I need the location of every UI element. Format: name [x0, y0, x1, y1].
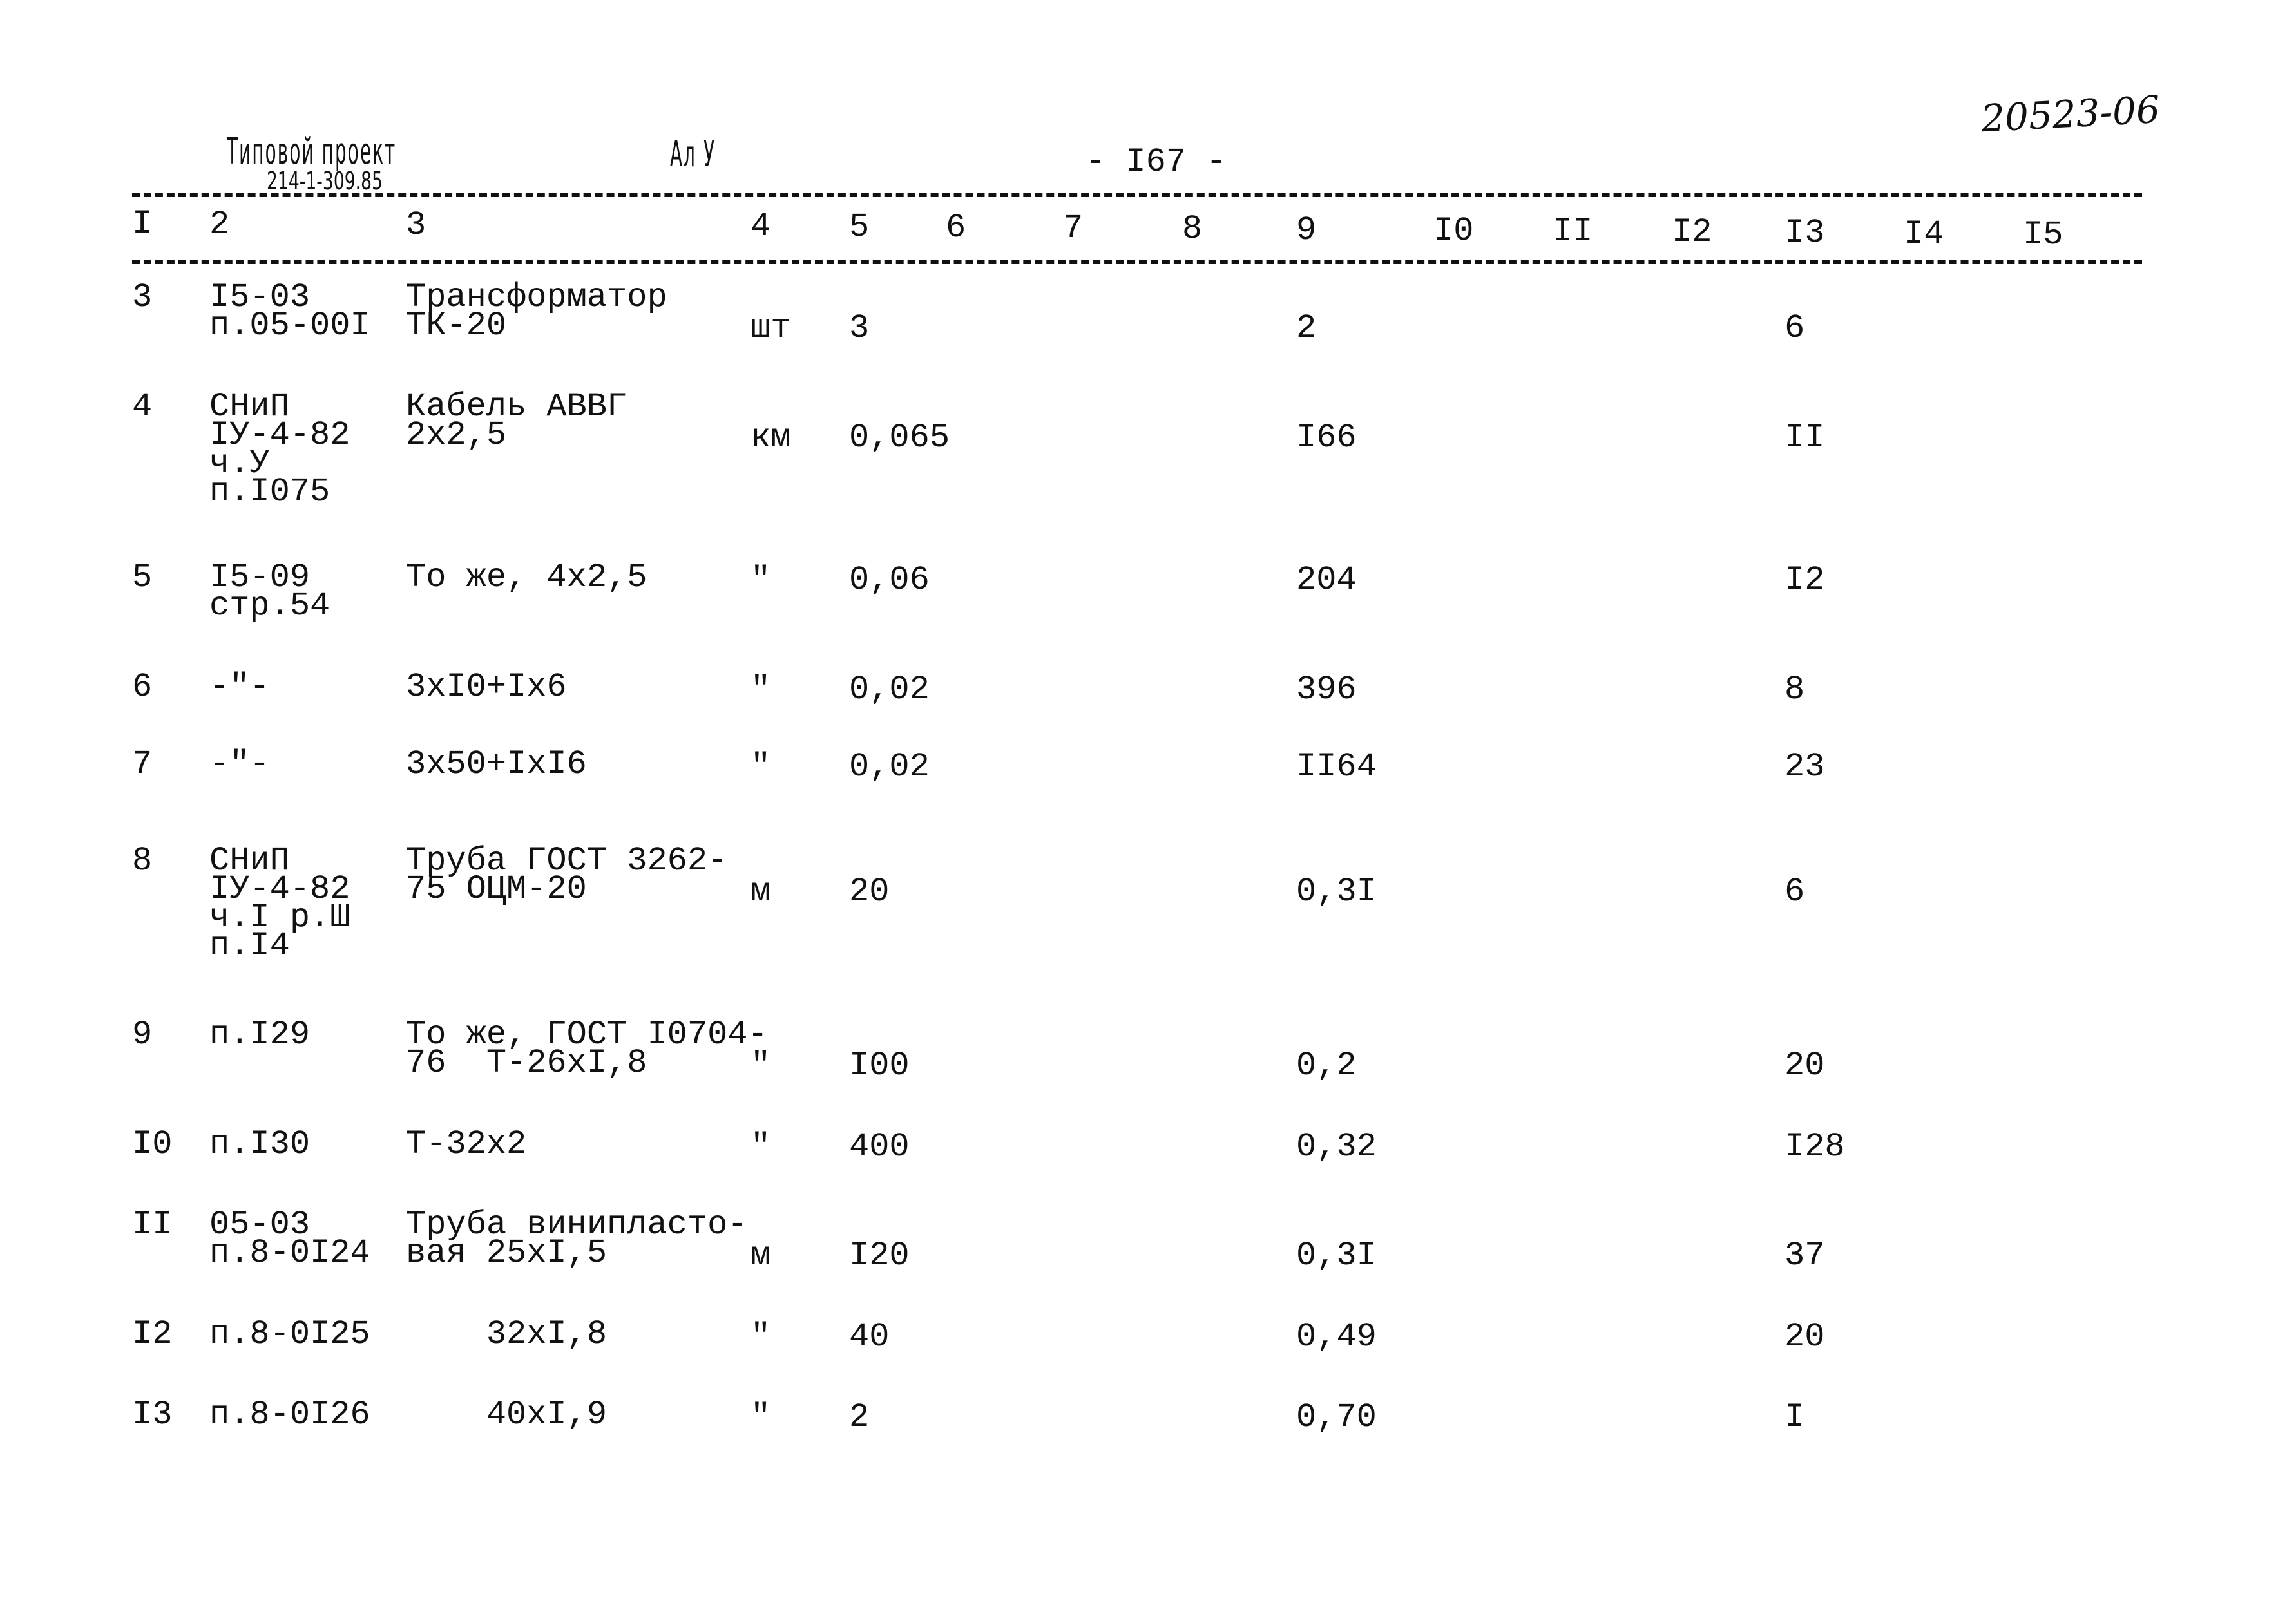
column-header: I3	[1784, 214, 1825, 252]
row-number: 3	[132, 278, 153, 316]
norm-reference: -"-	[209, 668, 270, 706]
row-number: 7	[132, 745, 153, 783]
item-name: То же, 4х2,5	[406, 558, 647, 596]
col13-value: 8	[1784, 670, 1805, 708]
col9-value: 0,3I	[1296, 873, 1377, 911]
unit: м	[751, 1237, 771, 1275]
row-number: I3	[132, 1396, 173, 1434]
column-header: 4	[751, 207, 771, 245]
col13-value: 37	[1784, 1237, 1825, 1275]
norm-reference: СНиП IУ-4-82 ч.У п.I075	[209, 388, 350, 511]
norm-reference: п.I30	[209, 1125, 311, 1163]
quantity: 40	[849, 1318, 890, 1356]
column-header: I4	[1904, 214, 1944, 253]
quantity: 400	[849, 1128, 910, 1166]
column-header: II	[1553, 213, 1593, 251]
unit: шт	[751, 309, 791, 347]
item-name: Трансформатор ТК-20	[406, 278, 667, 345]
col9-value: 396	[1296, 670, 1357, 708]
col9-value: 204	[1296, 561, 1357, 599]
row-number: I2	[132, 1315, 173, 1353]
column-header: 9	[1296, 211, 1317, 249]
column-header: I	[132, 205, 153, 243]
col9-value: 0,49	[1296, 1318, 1377, 1356]
item-name: Т-32х2	[406, 1125, 527, 1163]
column-header: 8	[1182, 210, 1203, 249]
column-header: 5	[849, 207, 870, 246]
header-bottom-rule	[132, 260, 2142, 264]
col13-value: 23	[1784, 748, 1825, 786]
col13-value: II	[1784, 419, 1825, 457]
row-number: 8	[132, 842, 153, 880]
item-name: Труба винипласто- вая 25хI,5	[406, 1206, 748, 1272]
unit: "	[751, 1128, 771, 1166]
row-number: II	[132, 1206, 173, 1244]
page-number: - I67 -	[1086, 143, 1227, 181]
quantity: 3	[849, 309, 870, 347]
col9-value: 0,32	[1296, 1128, 1377, 1166]
item-name: Кабель АВВГ 2х2,5	[406, 388, 627, 454]
column-header: 7	[1063, 209, 1084, 248]
col13-value: I	[1784, 1398, 1805, 1436]
album-label: Ал У	[670, 133, 716, 175]
quantity: 0,02	[849, 748, 930, 786]
norm-reference: п.I29	[209, 1016, 311, 1054]
col9-value: 0,3I	[1296, 1237, 1377, 1275]
col9-value: 0,2	[1296, 1047, 1357, 1085]
row-number: 5	[132, 558, 153, 596]
unit: "	[751, 670, 771, 708]
item-name: То же, ГОСТ I0704- 76 Т-26хI,8	[406, 1016, 768, 1082]
row-number: I0	[132, 1125, 173, 1163]
column-header: I0	[1433, 211, 1474, 250]
unit: м	[751, 873, 771, 911]
col13-value: 6	[1784, 873, 1805, 911]
quantity: 0,06	[849, 561, 930, 599]
norm-reference: I5-09 стр.54	[209, 558, 330, 625]
unit: "	[751, 1318, 771, 1356]
item-name: 40хI,9	[406, 1396, 607, 1434]
quantity: 2	[849, 1398, 870, 1436]
column-header: I2	[1672, 213, 1712, 252]
item-name: 3х50+IхI6	[406, 745, 587, 783]
col13-value: I28	[1784, 1128, 1845, 1166]
column-header: 3	[406, 206, 426, 245]
item-name: 3хI0+Iх6	[406, 668, 567, 706]
row-number: 4	[132, 388, 153, 426]
col9-value: 2	[1296, 309, 1317, 347]
project-code: 214-1-309.85	[267, 167, 383, 195]
row-number: 9	[132, 1016, 153, 1054]
col9-value: 0,70	[1296, 1398, 1377, 1436]
norm-reference: п.8-0I26	[209, 1396, 370, 1434]
col13-value: I2	[1784, 561, 1825, 599]
quantity: 0,065	[849, 419, 950, 457]
unit: "	[751, 1398, 771, 1436]
norm-reference: п.8-0I25	[209, 1315, 370, 1353]
item-name: 32хI,8	[406, 1315, 607, 1353]
unit: "	[751, 561, 771, 599]
unit: "	[751, 1047, 771, 1085]
project-stamp-title: Типовой проект	[227, 131, 397, 173]
quantity: I00	[849, 1047, 910, 1085]
unit: "	[751, 748, 771, 786]
item-name: Труба ГОСТ 3262- 75 ОЦМ-20	[406, 842, 728, 908]
unit: км	[751, 419, 791, 457]
col13-value: 6	[1784, 309, 1805, 347]
quantity: 20	[849, 873, 890, 911]
norm-reference: СНиП IУ-4-82 ч.I р.Ш п.I4	[209, 842, 350, 965]
archive-number: 20523-06	[1980, 87, 2161, 141]
column-header: 6	[946, 209, 966, 247]
col9-value: II64	[1296, 748, 1377, 786]
column-header: I5	[2023, 215, 2063, 254]
col13-value: 20	[1784, 1318, 1825, 1356]
quantity: 0,02	[849, 670, 930, 708]
norm-reference: -"-	[209, 745, 270, 783]
col13-value: 20	[1784, 1047, 1825, 1085]
norm-reference: 05-03 п.8-0I24	[209, 1206, 370, 1272]
col9-value: I66	[1296, 419, 1357, 457]
quantity: I20	[849, 1237, 910, 1275]
row-number: 6	[132, 668, 153, 706]
column-header: 2	[209, 205, 230, 244]
header-top-rule	[132, 193, 2142, 197]
norm-reference: I5-03 п.05-00I	[209, 278, 370, 345]
